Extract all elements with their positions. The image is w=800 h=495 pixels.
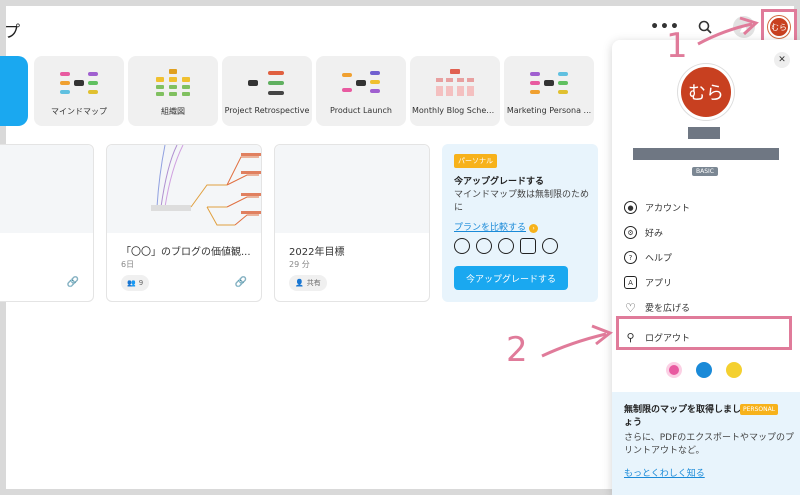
menu-item-preferences[interactable]: ⚙ 好み	[624, 220, 788, 245]
menu-item-apps[interactable]: A アプリ	[624, 270, 788, 295]
collaborators-badge: 👥 9	[121, 275, 150, 291]
personal-plan-badge: PERSONAL	[740, 404, 779, 415]
collaborate-icon	[498, 238, 514, 254]
map-card-2022[interactable]: 2022年目標 29 分 👤 共有	[274, 144, 430, 302]
compare-plans-link[interactable]: プランを比較する ›	[454, 220, 539, 233]
history-icon	[476, 238, 492, 254]
arrow-to-logout	[541, 324, 613, 358]
print-icon	[520, 238, 536, 254]
step-number-1: 1	[666, 26, 688, 66]
map-card-partial[interactable]: 🔗	[0, 144, 94, 302]
marketing-persona-thumbnail	[530, 72, 568, 94]
upgrade-button[interactable]: 今アップグレードする	[454, 266, 568, 290]
cloud-download-icon	[542, 238, 558, 254]
map-modified: 29 分	[289, 260, 310, 269]
map-card-blog[interactable]: 「〇〇」のブログの価値観... 6日 👥 9 🔗	[106, 144, 262, 302]
account-menu-panel: ✕ むら BASIC ● アカウント ⚙ 好み ? ヘルプ A アプリ ♡ 愛を広げる ⚲…	[612, 40, 800, 495]
app-icon: A	[624, 276, 637, 289]
link-icon[interactable]: 🔗	[67, 277, 79, 288]
upgrade-description: マインドマップ数は無制限のために	[454, 190, 590, 213]
map-title[interactable]: 「〇〇」のブログの価値観...	[121, 243, 251, 258]
new-map-button[interactable]	[0, 56, 28, 126]
template-label: Marketing Persona ...	[506, 106, 592, 115]
close-icon[interactable]: ✕	[774, 52, 790, 68]
share-badge[interactable]: 👤 共有	[289, 275, 327, 291]
map-modified: 6日	[121, 260, 135, 269]
template-org-chart[interactable]: 組織図	[128, 56, 218, 126]
account-icon: ●	[624, 201, 637, 214]
help-icon: ?	[624, 251, 637, 264]
promo-heading: 無制限のマップを取得しましょう	[624, 405, 742, 428]
menu-item-account[interactable]: ● アカウント	[624, 195, 788, 220]
page-title: プ	[4, 22, 21, 41]
template-label: Product Launch	[330, 106, 392, 115]
link-icon[interactable]: 🔗	[235, 277, 247, 288]
mindmap-preview-image	[151, 145, 261, 226]
product-launch-thumbnail	[342, 71, 380, 93]
profile-avatar: むら	[678, 64, 734, 120]
personal-badge: パーソナル	[454, 154, 497, 168]
template-label: Project Retrospective	[224, 106, 310, 115]
template-label: Monthly Blog Sched...	[412, 106, 498, 115]
app-badges	[666, 362, 742, 378]
template-label: 組織図	[161, 107, 185, 116]
template-mindmap[interactable]: マインドマップ	[34, 56, 124, 126]
learn-more-link[interactable]: もっとくわしく知る	[624, 466, 705, 479]
meisternote-icon[interactable]	[726, 362, 742, 378]
promo-description: さらに、PDFのエクスポートやマップのプリントアウトなど。	[624, 433, 794, 456]
map-preview	[275, 145, 429, 233]
meistertask-icon[interactable]	[696, 362, 712, 378]
redacted-username	[688, 127, 720, 139]
template-product-launch[interactable]: Product Launch	[316, 56, 406, 126]
retrospective-thumbnail	[248, 71, 284, 95]
template-marketing-persona[interactable]: Marketing Persona ...	[504, 56, 594, 126]
upgrade-heading: 今アップグレードする	[454, 177, 545, 187]
promo-box: 無制限のマップを取得しましょう PERSONAL さらに、PDFのエクスポートや…	[612, 392, 800, 495]
step-number-2: 2	[506, 330, 528, 370]
map-preview	[0, 145, 93, 233]
highlight-logout	[616, 316, 792, 350]
upgrade-card: パーソナル 今アップグレードする マインドマップ数は無制限のために プランを比較…	[442, 144, 598, 302]
gear-icon: ⚙	[624, 226, 637, 239]
menu-item-help[interactable]: ? ヘルプ	[624, 245, 788, 270]
mindmeister-icon[interactable]	[666, 362, 682, 378]
monthly-blog-thumbnail	[436, 69, 474, 96]
map-title[interactable]: 2022年目標	[289, 243, 344, 258]
plan-badge: BASIC	[692, 167, 718, 176]
template-project-retrospective[interactable]: Project Retrospective	[222, 56, 312, 126]
heart-icon: ♡	[625, 300, 636, 315]
map-preview	[107, 145, 261, 233]
mindmap-thumbnail	[60, 72, 98, 94]
arrow-to-avatar	[697, 16, 759, 46]
template-label: マインドマップ	[51, 107, 107, 116]
add-person-icon: 👤	[295, 279, 304, 287]
feature-icons	[454, 238, 558, 254]
infinity-icon	[454, 238, 470, 254]
arrow-right-icon: ›	[529, 224, 539, 233]
org-chart-thumbnail	[156, 69, 190, 96]
template-monthly-blog[interactable]: Monthly Blog Sched...	[410, 56, 500, 126]
people-icon: 👥	[127, 279, 136, 287]
redacted-email	[633, 148, 779, 160]
